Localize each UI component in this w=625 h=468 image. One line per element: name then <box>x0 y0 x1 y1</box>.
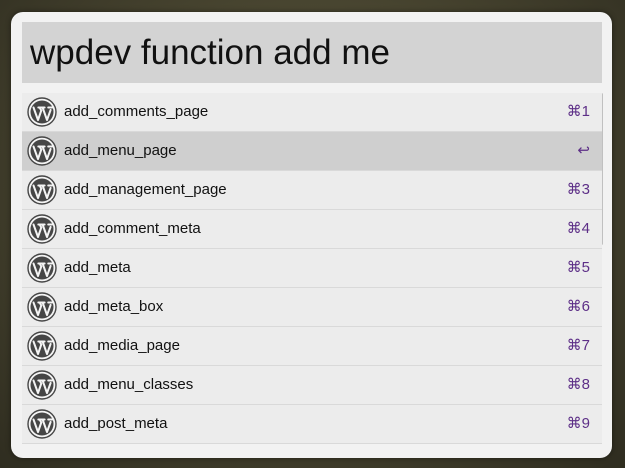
result-label: add_post_meta <box>64 415 168 432</box>
result-row-add-menu-classes[interactable]: add_menu_classes ⌘8 <box>22 366 602 405</box>
result-shortcut: ⌘4 <box>566 220 590 237</box>
wordpress-icon <box>27 136 57 166</box>
wordpress-icon <box>27 370 57 400</box>
result-row-add-post-meta[interactable]: add_post_meta ⌘9 <box>22 405 602 444</box>
result-row-add-media-page[interactable]: add_media_page ⌘7 <box>22 327 602 366</box>
result-shortcut: ⌘6 <box>566 298 590 315</box>
wordpress-icon <box>27 97 57 127</box>
result-label: add_meta_box <box>64 298 164 315</box>
launcher-window: wpdev function add me add_comments_page … <box>11 12 612 458</box>
result-row-add-menu-page[interactable]: add_menu_page ↩ <box>22 132 602 171</box>
result-label: add_management_page <box>64 181 227 198</box>
result-shortcut: ⌘5 <box>566 259 590 276</box>
result-row-add-comment-meta[interactable]: add_comment_meta ⌘4 <box>22 210 602 249</box>
result-label: add_menu_classes <box>64 376 194 393</box>
result-label: add_meta <box>64 259 131 276</box>
result-row-add-meta[interactable]: add_meta ⌘5 <box>22 249 602 288</box>
result-label: add_comments_page <box>64 103 209 120</box>
result-shortcut: ⌘1 <box>566 103 590 120</box>
return-icon: ↩ <box>577 142 590 159</box>
wordpress-icon <box>27 331 57 361</box>
search-query-field[interactable]: wpdev function add me <box>22 22 602 83</box>
result-label: add_media_page <box>64 337 180 354</box>
result-label: add_comment_meta <box>64 220 201 237</box>
wordpress-icon <box>27 214 57 244</box>
result-shortcut: ⌘7 <box>566 337 590 354</box>
result-row-add-comments-page[interactable]: add_comments_page ⌘1 <box>22 93 602 132</box>
wordpress-icon <box>27 409 57 439</box>
wordpress-icon <box>27 253 57 283</box>
result-shortcut: ⌘3 <box>566 181 590 198</box>
result-shortcut: ⌘8 <box>566 376 590 393</box>
wordpress-icon <box>27 175 57 205</box>
results-list: add_comments_page ⌘1 add_menu_page ↩ add… <box>22 93 603 448</box>
result-row-add-meta-box[interactable]: add_meta_box ⌘6 <box>22 288 602 327</box>
wordpress-icon <box>27 292 57 322</box>
result-shortcut: ⌘9 <box>566 415 590 432</box>
result-label: add_menu_page <box>64 142 177 159</box>
result-row-add-management-page[interactable]: add_management_page ⌘3 <box>22 171 602 210</box>
